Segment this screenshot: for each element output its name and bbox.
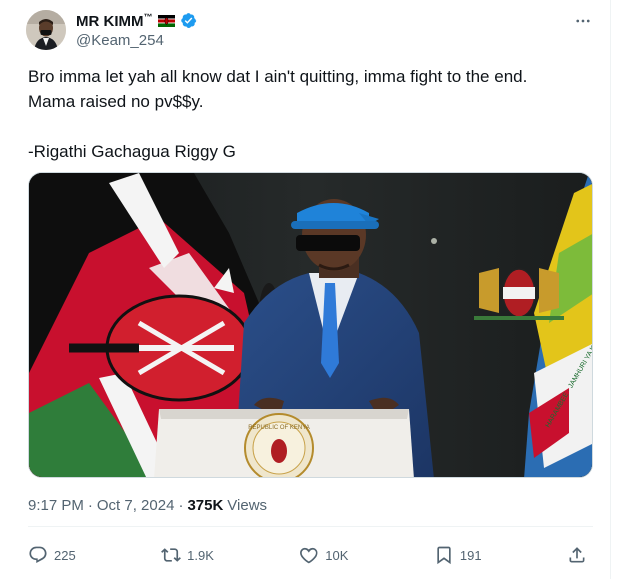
share-button[interactable] [567, 545, 587, 565]
tweet-media-photo[interactable]: HARAMBEE · JAMHURI YA KENYA · IDEGEKI Y'… [28, 172, 593, 478]
user-handle[interactable]: @Keam_254 [76, 32, 197, 49]
tweet-card: MR KIMM™ @Keam_254 Bro imma let yah all … [0, 0, 611, 579]
more-options-button[interactable] [572, 10, 594, 32]
like-button[interactable]: 10K [299, 545, 348, 565]
heart-icon [300, 547, 318, 564]
tweet-time[interactable]: 9:17 PM [28, 497, 84, 514]
avatar[interactable] [26, 10, 66, 50]
bookmark-count: 191 [459, 547, 482, 563]
reply-count: 225 [54, 547, 76, 563]
tweet-text: Bro imma let yah all know dat I ain't qu… [28, 64, 588, 164]
avatar-image [26, 10, 66, 50]
kenya-flag-icon [157, 14, 175, 27]
tweet-header: MR KIMM™ @Keam_254 [26, 8, 596, 52]
reply-icon [29, 546, 47, 563]
media-image: HARAMBEE · JAMHURI YA KENYA · IDEGEKI Y'… [29, 173, 592, 477]
repost-button[interactable]: 1.9K [161, 545, 214, 565]
user-info: MR KIMM™ @Keam_254 [76, 11, 197, 49]
share-icon [569, 547, 585, 563]
tweet-date[interactable]: Oct 7, 2024 [97, 497, 175, 514]
bookmark-button[interactable]: 191 [434, 545, 482, 565]
bookmark-icon [437, 546, 451, 565]
views-label: Views [227, 497, 268, 514]
repost-icon [161, 548, 182, 562]
repost-count: 1.9K [187, 547, 214, 563]
like-count: 10K [325, 547, 349, 563]
reply-button[interactable]: 225 [28, 545, 76, 565]
podium-seal-text: REPUBLIC OF KENYA [248, 425, 310, 431]
meta-separator: · [87, 497, 93, 514]
divider [28, 526, 593, 527]
tweet-text-spacer [28, 114, 588, 139]
tweet-meta: 9:17 PM · Oct 7, 2024 · 375K Views [28, 497, 267, 514]
views-count[interactable]: 375K [187, 497, 223, 514]
podium: REPUBLIC OF KENYA [154, 409, 414, 477]
display-name[interactable]: MR KIMM™ [76, 12, 153, 30]
tweet-text-line: -Rigathi Gachagua Riggy G [28, 142, 236, 161]
verified-badge-icon [180, 12, 197, 29]
action-bar: 225 1.9K 10K 191 [28, 540, 593, 570]
more-icon [576, 19, 590, 23]
tweet-text-line: Bro imma let yah all know dat I ain't qu… [28, 67, 528, 86]
tweet-text-line: Mama raised no pv$$y. [28, 92, 204, 111]
meta-separator: · [178, 497, 184, 514]
